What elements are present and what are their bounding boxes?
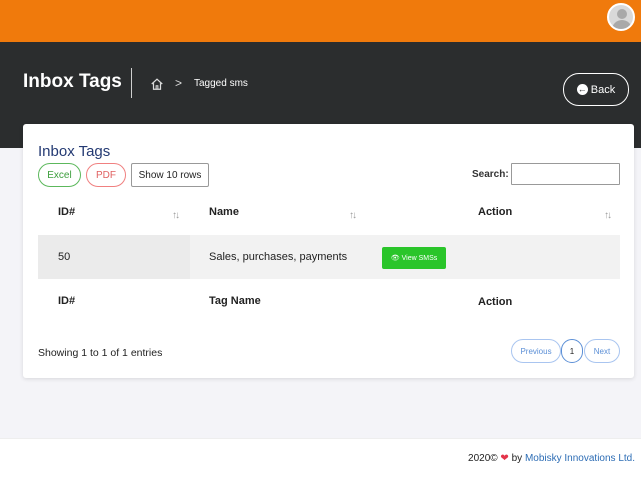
excel-export-button[interactable]: Excel — [38, 163, 81, 187]
header-divider — [131, 68, 132, 98]
pdf-export-button[interactable]: PDF — [86, 163, 126, 187]
show-rows-button[interactable]: Show 10 rows — [131, 163, 209, 187]
previous-page-button[interactable]: Previous — [511, 339, 561, 363]
inbox-tags-card: Inbox Tags Excel PDF Show 10 rows Search… — [23, 124, 634, 378]
user-avatar-icon[interactable] — [607, 3, 635, 31]
back-button[interactable]: ← Back — [563, 73, 629, 106]
breadcrumb-separator: > — [175, 76, 183, 90]
row-tag-name: Sales, purchases, payments — [209, 251, 348, 263]
footer-header-tag-name: Tag Name — [209, 295, 261, 307]
back-arrow-icon: ← — [576, 84, 588, 95]
view-smss-button[interactable]: 👁 View SMSs — [382, 247, 446, 269]
page-footer: 2020© ❤ by Mobisky Innovations Ltd. — [0, 438, 641, 488]
column-header-action[interactable]: Action — [478, 206, 512, 218]
row-id: 50 — [58, 251, 71, 263]
footer-year: 2020© — [468, 453, 498, 464]
home-icon[interactable] — [150, 77, 164, 91]
top-bar — [0, 0, 641, 42]
next-page-button[interactable]: Next — [584, 339, 620, 363]
breadcrumb-current: Tagged sms — [194, 78, 248, 89]
footer-credit: 2020© ❤ by Mobisky Innovations Ltd. — [468, 453, 635, 464]
footer-by: by — [511, 453, 523, 464]
card-title: Inbox Tags — [38, 143, 111, 160]
footer-header-id: ID# — [58, 295, 76, 307]
sort-icon[interactable]: ↑↓ — [604, 210, 612, 221]
eye-icon: 👁 — [390, 255, 400, 262]
search-input[interactable] — [511, 163, 620, 185]
view-smss-label: View SMSs — [401, 254, 438, 262]
company-link[interactable]: Mobisky Innovations Ltd. — [525, 453, 635, 464]
column-header-id[interactable]: ID# — [58, 206, 75, 218]
table-row: 50 Sales, purchases, payments 👁 View SMS… — [38, 235, 620, 279]
back-label: Back — [590, 83, 616, 96]
sort-icon[interactable]: ↑↓ — [349, 210, 357, 221]
footer-header-action: Action — [478, 296, 513, 308]
heart-icon: ❤ — [500, 453, 509, 464]
entries-info: Showing 1 to 1 of 1 entries — [38, 347, 163, 359]
page-title: Inbox Tags — [23, 71, 122, 92]
page-1-button[interactable]: 1 — [561, 339, 583, 363]
sort-icon[interactable]: ↑↓ — [172, 210, 180, 221]
column-header-name[interactable]: Name — [209, 206, 239, 218]
search-label: Search: — [472, 169, 509, 180]
